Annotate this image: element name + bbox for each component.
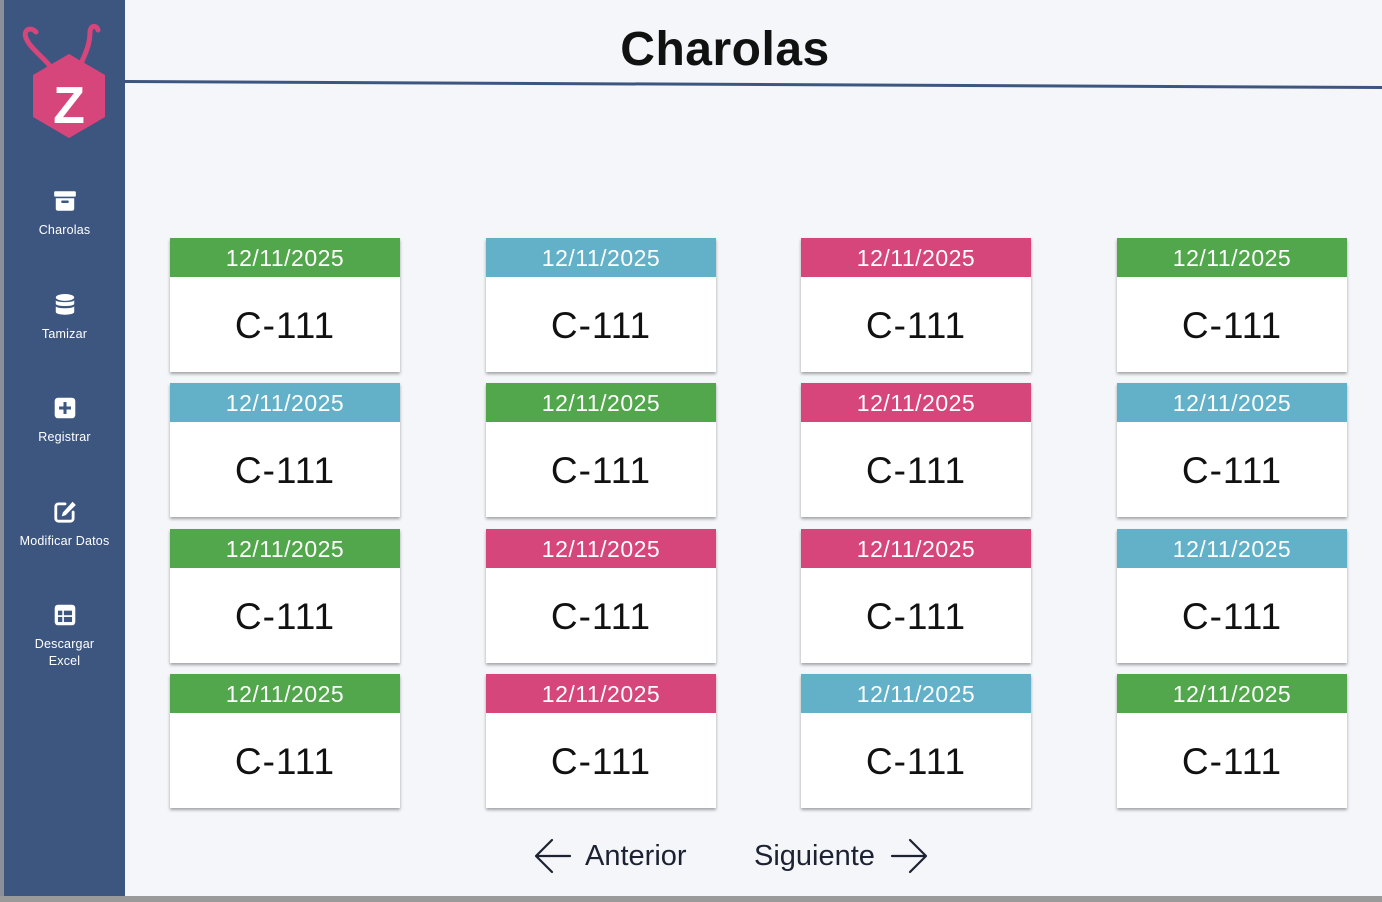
app-window: Z Charolas Tamizar Registrar Modificar D… bbox=[0, 0, 1382, 896]
tray-card-code: C-111 bbox=[865, 305, 967, 346]
tray-card[interactable]: 12/11/2025 C-111 bbox=[170, 383, 400, 517]
tray-card[interactable]: 12/11/2025 C-111 bbox=[801, 529, 1031, 663]
tray-card[interactable]: 12/11/2025 C-111 bbox=[1117, 238, 1347, 372]
tray-card-code: C-111 bbox=[550, 741, 652, 782]
tray-card[interactable]: 12/11/2025 C-111 bbox=[801, 238, 1031, 372]
svg-text:Z: Z bbox=[53, 77, 85, 135]
archive-icon bbox=[53, 191, 76, 211]
tray-card-code: C-111 bbox=[234, 596, 336, 637]
arrow-right-icon bbox=[890, 838, 928, 874]
tray-card-date: 12/11/2025 bbox=[170, 238, 400, 277]
tray-card[interactable]: 12/11/2025 C-111 bbox=[1117, 529, 1347, 663]
bee-logo-icon: Z bbox=[22, 23, 105, 138]
sidebar-item-label: Descargar Excel bbox=[34, 637, 95, 668]
tray-card-code: C-111 bbox=[1181, 741, 1283, 782]
sidebar-item-label: Charolas bbox=[38, 223, 91, 237]
tray-card-code: C-111 bbox=[865, 596, 967, 637]
tray-card-date: 12/11/2025 bbox=[1117, 238, 1347, 277]
edit-icon bbox=[53, 501, 76, 523]
next-page-button[interactable]: Siguiente bbox=[754, 834, 929, 878]
tray-card-date: 12/11/2025 bbox=[1117, 383, 1347, 422]
sidebar-item-descargar-excel[interactable]: Descargar Excel bbox=[4, 602, 125, 670]
tray-card-code: C-111 bbox=[1181, 305, 1283, 346]
title-divider bbox=[125, 80, 1382, 89]
tray-card-code: C-111 bbox=[865, 450, 967, 491]
sidebar: Z Charolas Tamizar Registrar Modificar D… bbox=[4, 0, 125, 896]
tray-card[interactable]: 12/11/2025 C-111 bbox=[1117, 383, 1347, 517]
arrow-left-icon bbox=[534, 838, 572, 874]
tray-card[interactable]: 12/11/2025 C-111 bbox=[170, 674, 400, 808]
tray-card-date: 12/11/2025 bbox=[486, 383, 716, 422]
tray-card-date: 12/11/2025 bbox=[801, 674, 1031, 713]
tray-card-code: C-111 bbox=[234, 305, 336, 346]
tray-card-date: 12/11/2025 bbox=[801, 529, 1031, 568]
sidebar-item-charolas[interactable]: Charolas bbox=[4, 188, 125, 239]
sidebar-item-modificar-datos[interactable]: Modificar Datos bbox=[4, 499, 125, 550]
sidebar-item-registrar[interactable]: Registrar bbox=[4, 395, 125, 446]
tray-card[interactable]: 12/11/2025 C-111 bbox=[801, 383, 1031, 517]
tray-card[interactable]: 12/11/2025 C-111 bbox=[1117, 674, 1347, 808]
tray-card[interactable]: 12/11/2025 C-111 bbox=[170, 529, 400, 663]
plus-square-icon bbox=[54, 397, 75, 419]
next-page-label: Siguiente bbox=[754, 839, 875, 872]
database-icon bbox=[55, 293, 74, 315]
tray-card-date: 12/11/2025 bbox=[1117, 529, 1347, 568]
table-icon bbox=[54, 604, 75, 626]
tray-card[interactable]: 12/11/2025 C-111 bbox=[801, 674, 1031, 808]
tray-card[interactable]: 12/11/2025 C-111 bbox=[486, 383, 716, 517]
tray-card[interactable]: 12/11/2025 C-111 bbox=[486, 238, 716, 372]
previous-page-button[interactable]: Anterior bbox=[533, 834, 687, 878]
previous-page-label: Anterior bbox=[585, 839, 687, 872]
tray-card-date: 12/11/2025 bbox=[170, 383, 400, 422]
tray-card-code: C-111 bbox=[865, 741, 967, 782]
tray-card-date: 12/11/2025 bbox=[486, 674, 716, 713]
tray-card-date: 12/11/2025 bbox=[801, 238, 1031, 277]
sidebar-item-label: Tamizar bbox=[41, 327, 88, 341]
tray-grid: 12/11/2025 C-111 12/11/2025 C-111 12/11/2025… bbox=[170, 238, 1348, 810]
tray-card-code: C-111 bbox=[1181, 596, 1283, 637]
app-logo[interactable]: Z bbox=[16, 20, 116, 140]
tray-card-date: 12/11/2025 bbox=[486, 529, 716, 568]
page-title: Charolas bbox=[620, 23, 830, 76]
tray-card-date: 12/11/2025 bbox=[486, 238, 716, 277]
tray-card-date: 12/11/2025 bbox=[170, 529, 400, 568]
tray-card[interactable]: 12/11/2025 C-111 bbox=[486, 674, 716, 808]
tray-card-code: C-111 bbox=[234, 450, 336, 491]
tray-card[interactable]: 12/11/2025 C-111 bbox=[170, 238, 400, 372]
tray-card-code: C-111 bbox=[1181, 450, 1283, 491]
tray-card-code: C-111 bbox=[550, 305, 652, 346]
tray-card-code: C-111 bbox=[550, 596, 652, 637]
sidebar-item-label: Modificar Datos bbox=[19, 534, 110, 548]
tray-card-code: C-111 bbox=[550, 450, 652, 491]
sidebar-item-tamizar[interactable]: Tamizar bbox=[4, 292, 125, 343]
sidebar-item-label: Registrar bbox=[38, 430, 91, 444]
tray-card[interactable]: 12/11/2025 C-111 bbox=[486, 529, 716, 663]
tray-card-date: 12/11/2025 bbox=[1117, 674, 1347, 713]
tray-card-date: 12/11/2025 bbox=[170, 674, 400, 713]
tray-card-date: 12/11/2025 bbox=[801, 383, 1031, 422]
tray-card-code: C-111 bbox=[234, 741, 336, 782]
